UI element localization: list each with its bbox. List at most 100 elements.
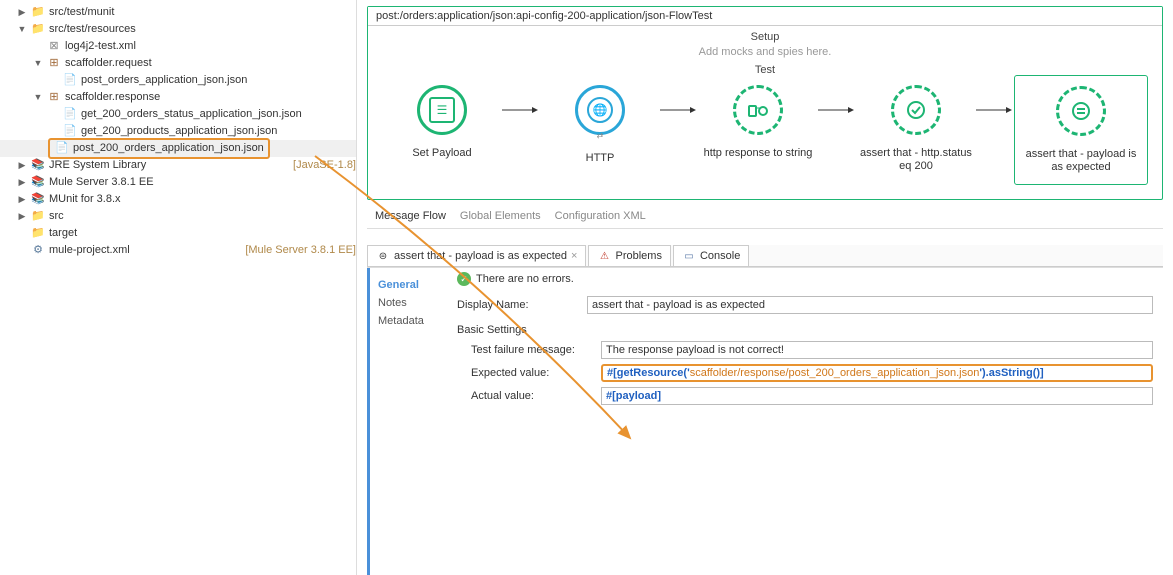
tab-problems[interactable]: ⚠ Problems xyxy=(588,245,670,266)
check-circle-icon xyxy=(903,97,929,123)
status-text: There are no errors. xyxy=(476,273,574,285)
node-label: assert that - http.status eq 200 xyxy=(856,147,976,173)
problems-icon: ⚠ xyxy=(597,249,611,263)
connector-arrow xyxy=(818,85,856,135)
tree-folder-scaffolder-response[interactable]: ▼ ⊞ scaffolder.response xyxy=(0,89,356,106)
tree-folder-src[interactable]: ▶ 📁 src xyxy=(0,208,356,225)
tree-mule-server[interactable]: ▶ 📚 Mule Server 3.8.1 EE xyxy=(0,174,356,191)
flow-title: post:/orders:application/json:api-config… xyxy=(368,7,1162,26)
arrow-placeholder xyxy=(48,109,60,121)
tree-label: Mule Server 3.8.1 EE xyxy=(49,174,356,191)
tree-label: src/test/resources xyxy=(49,21,356,38)
tree-folder-munit[interactable]: ▶ 📁 src/test/munit xyxy=(0,4,356,21)
tree-label: scaffolder.response xyxy=(65,89,356,106)
actual-value-row: Actual value: #[payload] xyxy=(471,387,1153,405)
tab-label: Problems xyxy=(615,250,661,262)
node-assert-payload-selected[interactable]: assert that - payload is as expected xyxy=(1014,75,1148,185)
properties-pane: General Notes Metadata ✓ There are no er… xyxy=(367,267,1163,575)
node-assert-status[interactable]: assert that - http.status eq 200 xyxy=(856,85,976,173)
arrow-placeholder xyxy=(48,126,60,138)
library-icon: 📚 xyxy=(30,158,46,174)
flow-canvas[interactable]: post:/orders:application/json:api-config… xyxy=(367,6,1163,200)
json-file-icon: 📄 xyxy=(54,141,70,157)
display-name-label: Display Name: xyxy=(457,299,587,311)
console-icon: ▭ xyxy=(682,249,696,263)
tree-folder-resources[interactable]: ▼ 📁 src/test/resources xyxy=(0,21,356,38)
tab-assert-properties[interactable]: ⊜ assert that - payload is as expected × xyxy=(367,245,586,266)
setup-placeholder: Add mocks and spies here. xyxy=(368,46,1162,58)
tree-label: target xyxy=(49,225,356,242)
tree-file-mule-project[interactable]: ⚙ mule-project.xml [Mule Server 3.8.1 EE… xyxy=(0,242,356,259)
arrow-placeholder xyxy=(16,245,28,257)
actual-value-field[interactable]: #[payload] xyxy=(601,387,1153,405)
tree-decorator: [Mule Server 3.8.1 EE] xyxy=(245,242,356,259)
project-explorer[interactable]: ▶ 📁 src/test/munit ▼ 📁 src/test/resource… xyxy=(0,0,357,575)
tree-file-post-orders[interactable]: 📄 post_orders_application_json.json xyxy=(0,72,356,89)
chevron-down-icon: ▼ xyxy=(32,92,44,104)
tree-label: scaffolder.request xyxy=(65,55,356,72)
globe-icon: 🌐 xyxy=(587,97,613,123)
test-failure-label: Test failure message: xyxy=(471,344,601,356)
node-set-payload[interactable]: ☰ Set Payload xyxy=(382,85,502,160)
tab-label: assert that - payload is as expected xyxy=(394,250,567,262)
arrow-placeholder xyxy=(16,228,28,240)
set-payload-icon: ☰ xyxy=(429,97,455,123)
chevron-down-icon: ▼ xyxy=(16,24,28,36)
tree-jre-library[interactable]: ▶ 📚 JRE System Library [JavaSE-1.8] xyxy=(0,157,356,174)
tree-file-log4j[interactable]: ⊠ log4j2-test.xml xyxy=(0,38,356,55)
library-icon: 📚 xyxy=(30,192,46,208)
chevron-right-icon: ▶ xyxy=(16,211,28,223)
editor-area: post:/orders:application/json:api-config… xyxy=(357,0,1173,575)
tree-label: src/test/munit xyxy=(49,4,356,21)
display-name-row: Display Name: assert that - payload is a… xyxy=(457,296,1153,314)
tree-file-get-status[interactable]: 📄 get_200_orders_status_application_json… xyxy=(0,106,356,123)
transform-icon xyxy=(745,97,771,123)
json-file-icon: 📄 xyxy=(62,107,78,123)
folder-icon: 📁 xyxy=(30,226,46,242)
tab-global-elements[interactable]: Global Elements xyxy=(460,210,541,222)
properties-sidebar: General Notes Metadata xyxy=(367,268,447,575)
folder-icon: 📁 xyxy=(30,209,46,225)
prop-tab-metadata[interactable]: Metadata xyxy=(378,312,443,330)
gear-icon: ⚙ xyxy=(30,243,46,259)
node-http-response[interactable]: http response to string xyxy=(698,85,818,160)
bottom-view-tabs: ⊜ assert that - payload is as expected ×… xyxy=(367,245,1163,267)
node-label: HTTP xyxy=(586,152,615,165)
connector-arrow xyxy=(502,85,540,135)
tree-munit-lib[interactable]: ▶ 📚 MUnit for 3.8.x xyxy=(0,191,356,208)
tree-folder-target[interactable]: 📁 target xyxy=(0,225,356,242)
node-label: http response to string xyxy=(704,147,813,160)
actual-value-label: Actual value: xyxy=(471,390,601,402)
connector-arrow xyxy=(660,85,698,135)
equals-icon: ⊜ xyxy=(376,249,390,263)
mel-text: ] xyxy=(657,390,661,402)
setup-label: Setup xyxy=(368,31,1162,43)
flow-nodes: ☰ Set Payload 🌐 ⇄ HTTP http response to … xyxy=(368,79,1162,185)
tree-file-post-200-highlighted[interactable]: 📄 post_200_orders_application_json.json xyxy=(0,140,356,157)
prop-tab-general[interactable]: General xyxy=(378,276,443,294)
node-label: Set Payload xyxy=(412,147,471,160)
tree-label: log4j2-test.xml xyxy=(65,38,356,55)
display-name-field[interactable]: assert that - payload is as expected xyxy=(587,296,1153,314)
package-icon: ⊞ xyxy=(46,56,62,72)
tree-label: JRE System Library xyxy=(49,157,289,174)
tab-console[interactable]: ▭ Console xyxy=(673,245,749,266)
close-icon[interactable]: × xyxy=(571,250,577,262)
chevron-right-icon: ▶ xyxy=(16,194,28,206)
no-errors-status: ✓ There are no errors. xyxy=(457,272,1153,286)
package-icon: ⊞ xyxy=(46,90,62,106)
tree-label: get_200_orders_status_application_json.j… xyxy=(81,106,356,123)
chevron-down-icon: ▼ xyxy=(32,58,44,70)
expected-value-field[interactable]: #[getResource('scaffolder/response/post_… xyxy=(601,364,1153,382)
node-http[interactable]: 🌐 ⇄ HTTP xyxy=(540,85,660,165)
mel-text: ').asString()] xyxy=(979,367,1043,379)
prop-tab-notes[interactable]: Notes xyxy=(378,294,443,312)
tree-folder-scaffolder-request[interactable]: ▼ ⊞ scaffolder.request xyxy=(0,55,356,72)
test-failure-field[interactable]: The response payload is not correct! xyxy=(601,341,1153,359)
tree-decorator: [JavaSE-1.8] xyxy=(293,157,356,174)
tab-message-flow[interactable]: Message Flow xyxy=(375,210,446,222)
connector-arrow xyxy=(976,85,1014,135)
folder-icon: 📁 xyxy=(30,22,46,38)
tree-label: post_orders_application_json.json xyxy=(81,72,356,89)
tab-configuration-xml[interactable]: Configuration XML xyxy=(555,210,646,222)
